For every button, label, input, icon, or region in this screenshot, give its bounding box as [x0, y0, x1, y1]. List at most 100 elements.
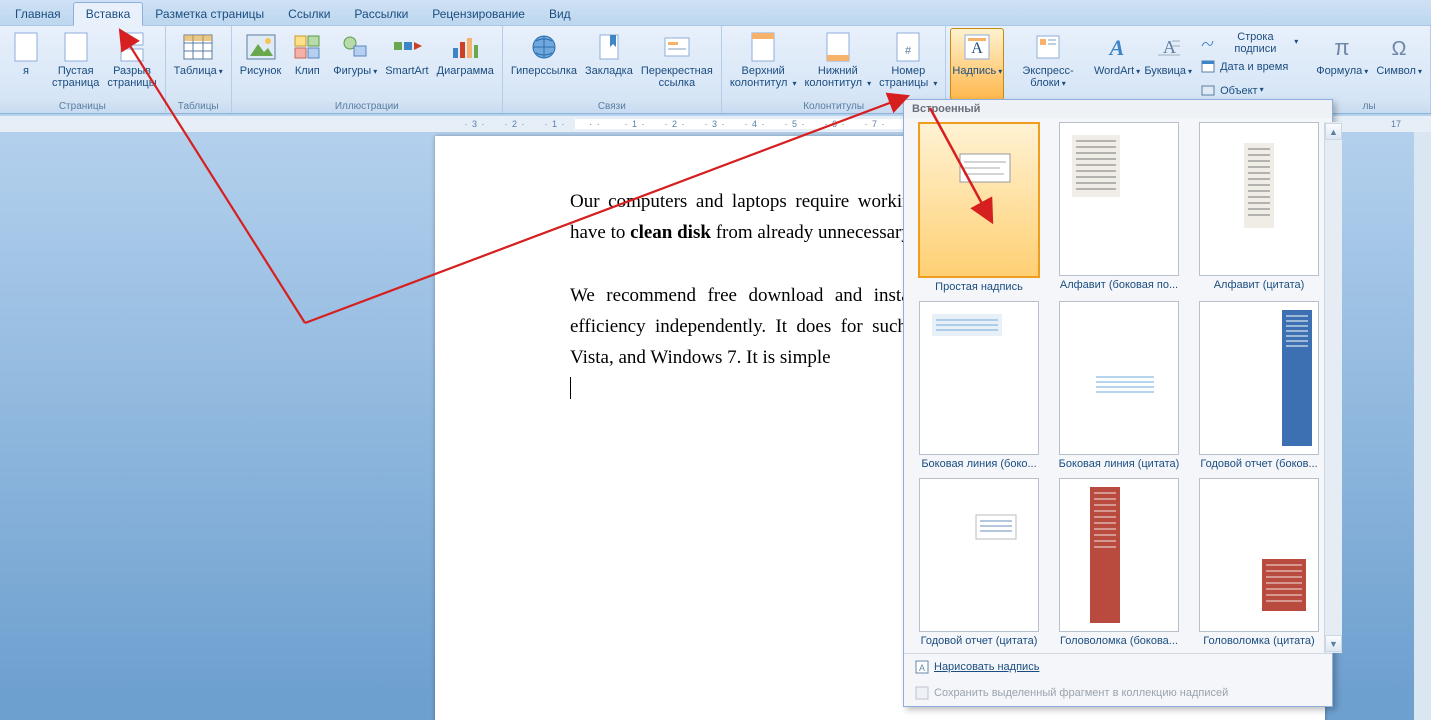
shapes-button[interactable]: Фигуры▾	[329, 28, 381, 100]
gallery-item-7[interactable]: Головоломка (бокова...	[1054, 478, 1184, 647]
draw-textbox-menuitem[interactable]: A Нарисовать надпись	[904, 654, 1332, 680]
gallery-thumb	[1059, 122, 1179, 276]
calendar-icon	[1200, 58, 1216, 74]
wordart-button[interactable]: A WordArt▾	[1092, 28, 1142, 100]
gallery-item-3[interactable]: Боковая линия (боко...	[914, 301, 1044, 470]
footer-icon	[822, 31, 854, 63]
gallery-item-2[interactable]: Алфавит (цитата)	[1194, 122, 1324, 293]
gallery-item-6[interactable]: Годовой отчет (цитата)	[914, 478, 1044, 647]
textbox-gallery-dropdown: Встроенный Простая надписьАлфавит (боков…	[903, 99, 1333, 707]
shapes-icon	[339, 31, 371, 63]
blank-page-button[interactable]: Пустая страница	[48, 28, 103, 100]
svg-text:Ω: Ω	[1392, 38, 1407, 60]
pagenum-button[interactable]: # Номер страницы ▾	[875, 28, 941, 100]
clip-icon	[291, 31, 323, 63]
group-tables: Таблица▾ Таблицы	[166, 26, 232, 113]
gallery-scrollbar[interactable]: ▲ ▼	[1324, 122, 1342, 653]
tab-insert[interactable]: Вставка	[73, 2, 144, 26]
gallery-thumb	[919, 301, 1039, 455]
gallery-thumb	[918, 122, 1040, 278]
clip-button[interactable]: Клип	[285, 28, 329, 100]
save-selection-icon	[914, 685, 930, 701]
gallery-thumb	[919, 478, 1039, 632]
gallery-caption: Алфавит (боковая по...	[1060, 279, 1178, 291]
crossref-icon	[661, 31, 693, 63]
tab-home[interactable]: Главная	[3, 3, 73, 25]
gallery-item-5[interactable]: Годовой отчет (боков...	[1194, 301, 1324, 470]
pi-icon: π	[1326, 31, 1358, 63]
smartart-button[interactable]: SmartArt	[381, 28, 432, 100]
group-pages: я Пустая страница Разрыв страницы Страни…	[0, 26, 166, 113]
gallery-caption: Боковая линия (цитата)	[1059, 458, 1180, 470]
table-icon	[182, 31, 214, 63]
page-break-button[interactable]: Разрыв страницы	[103, 28, 160, 100]
gallery-caption: Годовой отчет (цитата)	[921, 635, 1038, 647]
dropcap-icon: A	[1152, 31, 1184, 63]
scroll-down-icon[interactable]: ▼	[1325, 635, 1342, 652]
gallery-caption: Боковая линия (боко...	[921, 458, 1036, 470]
gallery-thumb	[1059, 301, 1179, 455]
datetime-button[interactable]: Дата и время	[1196, 54, 1302, 78]
svg-text:A: A	[919, 663, 925, 673]
gallery-thumb	[1199, 478, 1319, 632]
gallery-thumb	[1059, 478, 1179, 632]
page-number-icon: #	[892, 31, 924, 63]
save-selection-menuitem: Сохранить выделенный фрагмент в коллекци…	[904, 680, 1332, 706]
object-icon	[1200, 82, 1216, 98]
svg-text:π: π	[1335, 35, 1350, 60]
header-button[interactable]: Верхний колонтитул ▾	[726, 28, 801, 100]
picture-button[interactable]: Рисунок	[236, 28, 286, 100]
tab-references[interactable]: Ссылки	[276, 3, 342, 25]
smartart-icon	[391, 31, 423, 63]
group-tables-label: Таблицы	[166, 100, 231, 113]
gallery-item-8[interactable]: Головоломка (цитата)	[1194, 478, 1324, 647]
svg-text:#: #	[905, 45, 912, 57]
gallery-item-4[interactable]: Боковая линия (цитата)	[1054, 301, 1184, 470]
page-break-icon	[116, 31, 148, 63]
bookmark-icon	[593, 31, 625, 63]
bookmark-button[interactable]: Закладка	[581, 28, 637, 100]
table-button[interactable]: Таблица▾	[170, 28, 227, 100]
draw-textbox-icon: A	[914, 659, 930, 675]
omega-icon: Ω	[1383, 31, 1415, 63]
group-pages-label: Страницы	[0, 100, 165, 113]
scroll-up-icon[interactable]: ▲	[1325, 123, 1342, 140]
chart-icon	[449, 31, 481, 63]
quickparts-icon	[1032, 31, 1064, 63]
footer-button[interactable]: Нижний колонтитул ▾	[800, 28, 875, 100]
gallery-item-1[interactable]: Алфавит (боковая по...	[1054, 122, 1184, 293]
picture-icon	[245, 31, 277, 63]
globe-icon	[528, 31, 560, 63]
svg-text:A: A	[1108, 35, 1125, 60]
tab-page-layout[interactable]: Разметка страницы	[143, 3, 276, 25]
tab-view[interactable]: Вид	[537, 3, 583, 25]
chart-button[interactable]: Диаграмма	[433, 28, 498, 100]
ruler-right-segment: 17	[1361, 116, 1431, 133]
gallery-caption: Головоломка (бокова...	[1060, 635, 1178, 647]
dropcap-button[interactable]: A Буквица▾	[1142, 28, 1194, 100]
gallery-caption: Годовой отчет (боков...	[1200, 458, 1317, 470]
signature-icon	[1200, 34, 1214, 50]
quickparts-button[interactable]: Экспресс-блоки▾	[1004, 28, 1092, 100]
vertical-scrollbar[interactable]	[1414, 132, 1431, 720]
gallery-grid: Простая надпись Алфавит (боковая по... Алф…	[914, 122, 1324, 653]
textbox-icon: A	[961, 31, 993, 63]
wordart-icon: A	[1101, 31, 1133, 63]
group-links: Гиперссылка Закладка Перекрестная ссылка…	[503, 26, 722, 113]
group-illustrations-label: Иллюстрации	[232, 100, 502, 113]
gallery-caption: Простая надпись	[935, 281, 1023, 293]
crossref-button[interactable]: Перекрестная ссылка	[637, 28, 717, 100]
tab-mailings[interactable]: Рассылки	[342, 3, 420, 25]
cover-page-button[interactable]: я	[4, 28, 48, 100]
group-illustrations: Рисунок Клип Фигуры▾ SmartArt Диаграмма …	[232, 26, 503, 113]
tab-review[interactable]: Рецензирование	[420, 3, 537, 25]
equation-button[interactable]: π Формула▾	[1312, 28, 1372, 100]
symbol-button[interactable]: Ω Символ▾	[1372, 28, 1426, 100]
gallery-item-0[interactable]: Простая надпись	[914, 122, 1044, 293]
textbox-button[interactable]: A Надпись▾	[950, 28, 1004, 100]
gallery-thumb	[1199, 301, 1319, 455]
hyperlink-button[interactable]: Гиперссылка	[507, 28, 581, 100]
gallery-thumb	[1199, 122, 1319, 276]
signature-line-button[interactable]: Строка подписи▾	[1196, 30, 1302, 54]
group-links-label: Связи	[503, 100, 721, 113]
